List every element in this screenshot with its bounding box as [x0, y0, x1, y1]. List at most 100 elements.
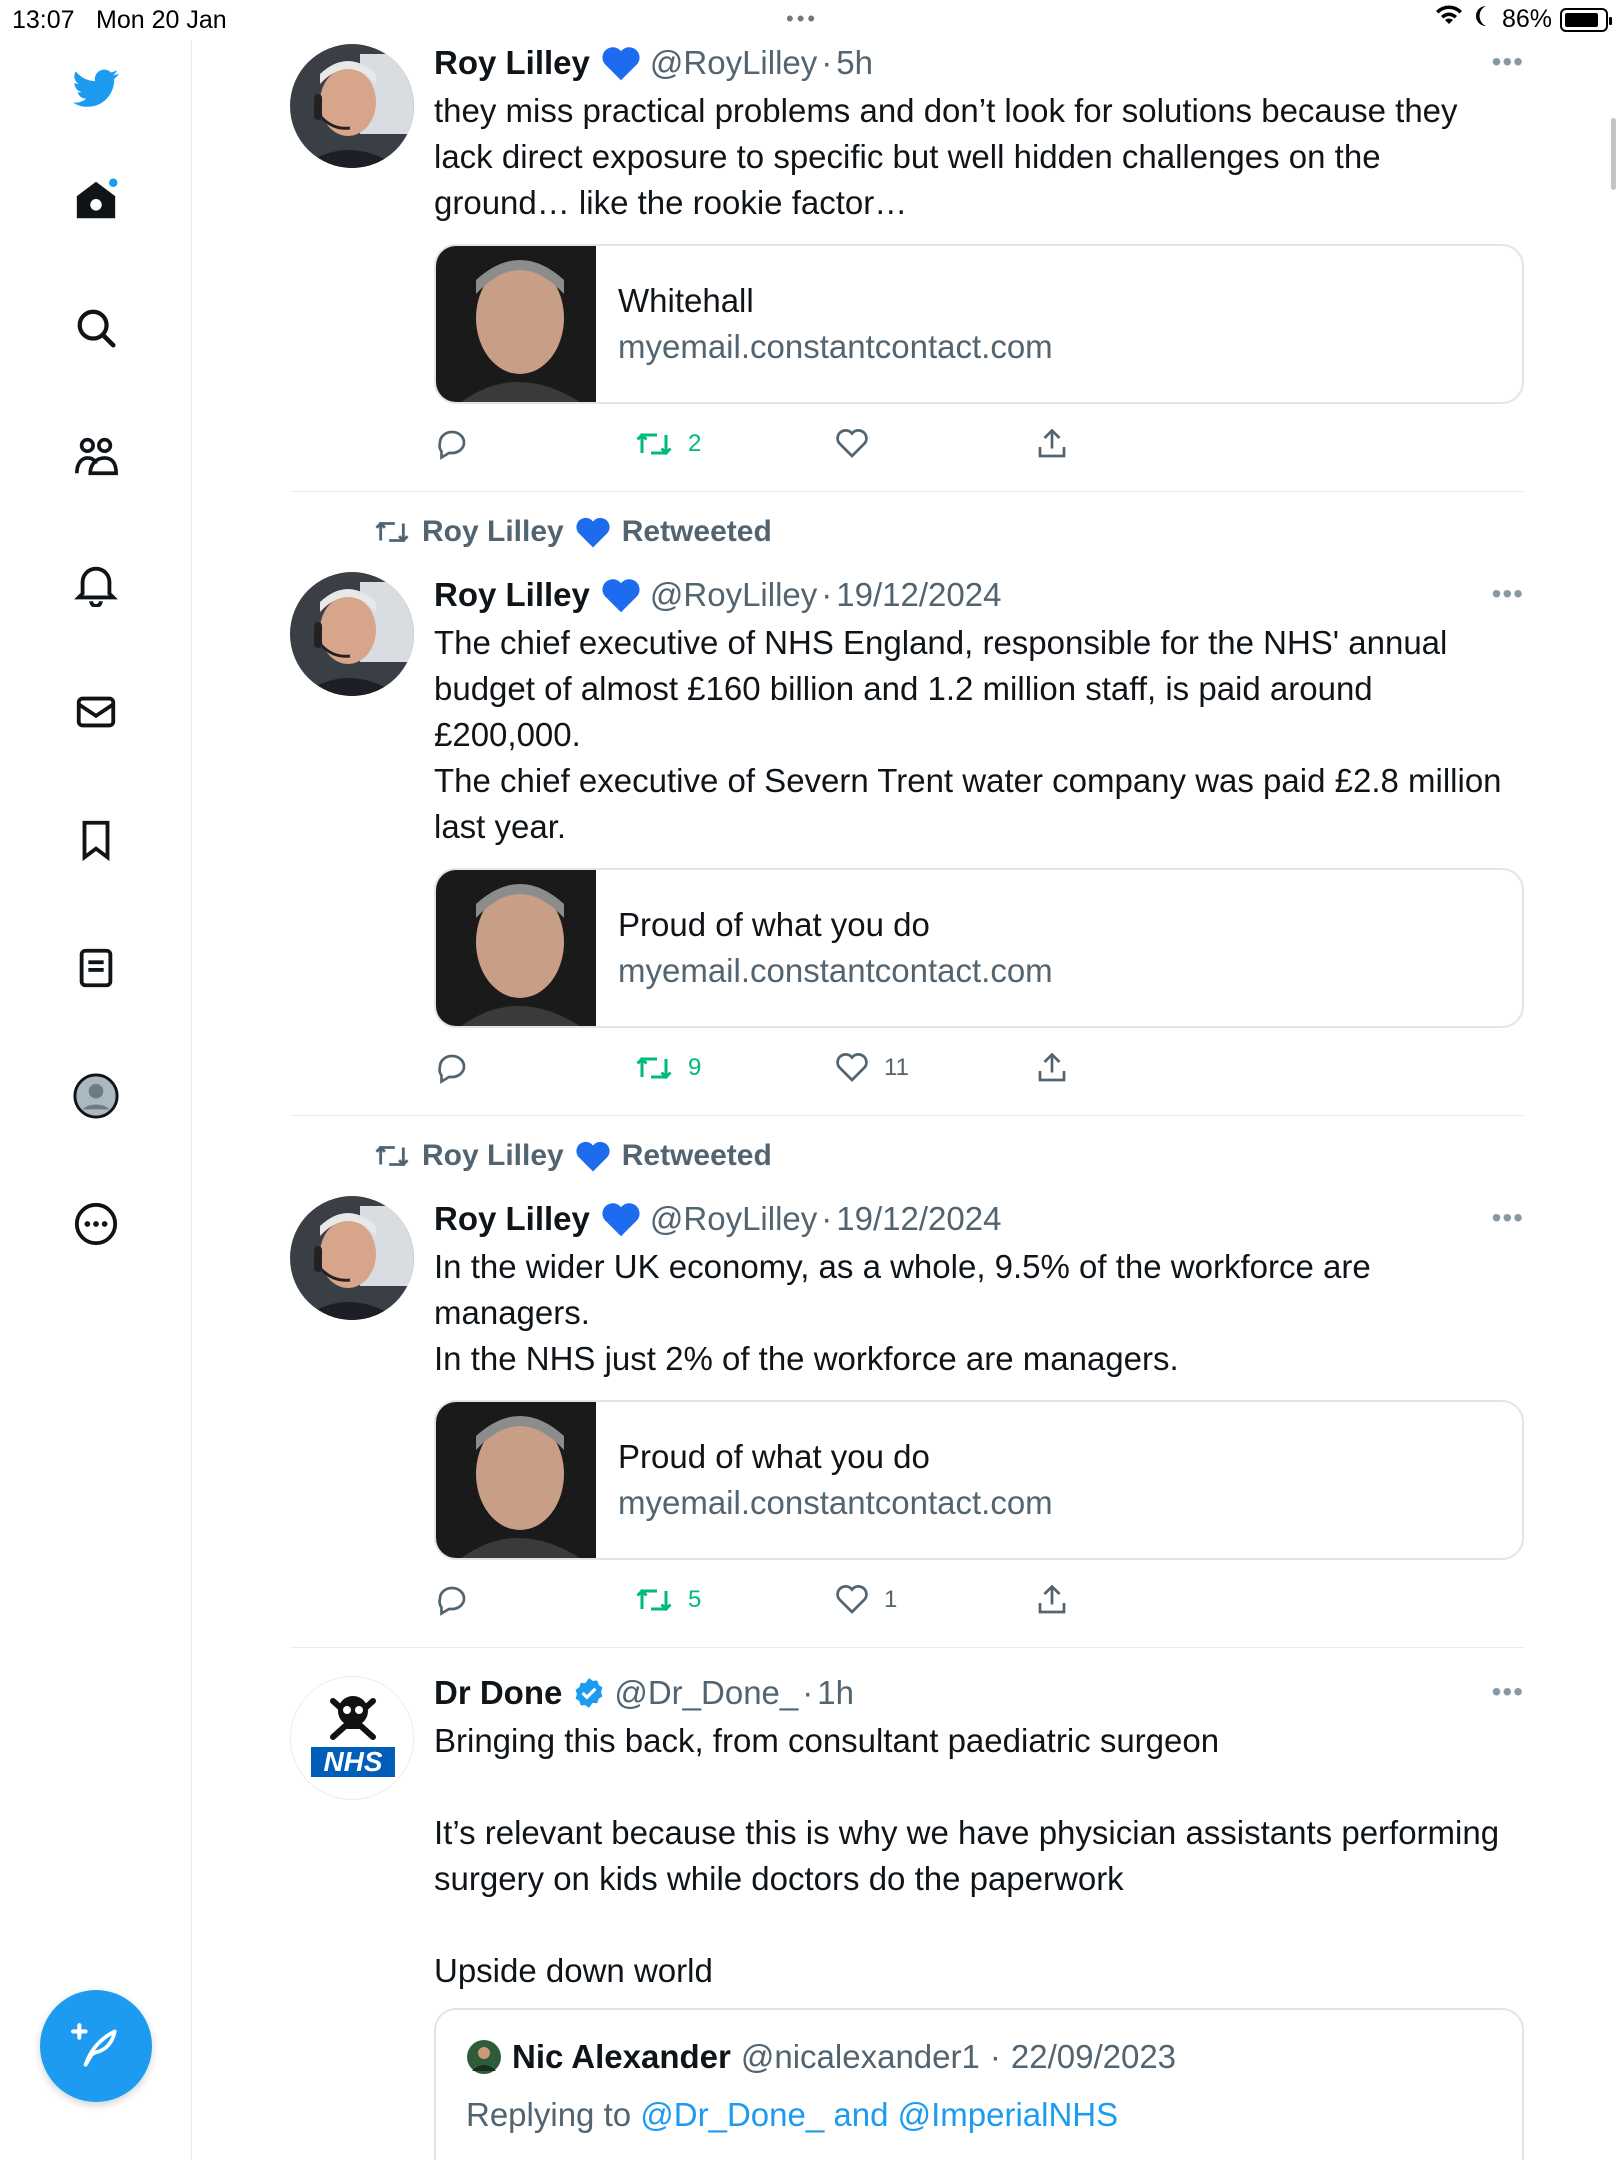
quoted-tweet[interactable]: Nic Alexander @nicalexander1 · 22/09/202… — [434, 2008, 1524, 2160]
communities-icon[interactable] — [70, 430, 122, 482]
link-card-url: myemail.constantcontact.com — [618, 328, 1053, 365]
messages-envelope-icon[interactable] — [70, 686, 122, 738]
lists-icon[interactable] — [70, 942, 122, 994]
like-count: 1 — [884, 1586, 898, 1613]
retweet-button[interactable]: 9 — [634, 1048, 701, 1088]
author-name[interactable]: Roy Lilley — [434, 44, 590, 82]
like-button[interactable]: 11 — [834, 1048, 909, 1088]
more-icon[interactable]: ••• — [1484, 46, 1524, 77]
quoted-author-avatar[interactable] — [466, 2039, 502, 2075]
like-button[interactable]: 1 — [834, 1580, 897, 1620]
more-icon[interactable]: ••• — [1484, 578, 1524, 609]
link-card-url: myemail.constantcontact.com — [618, 952, 1053, 989]
twitter-logo-icon[interactable] — [70, 62, 122, 114]
and-label: and — [833, 2096, 889, 2133]
tweet-text: Bringing this back, from consultant paed… — [434, 1722, 1500, 1989]
like-button[interactable] — [834, 424, 884, 464]
retweet-button[interactable]: 2 — [634, 424, 701, 464]
tweet-header: Roy Lilley @RoyLilley · 5h — [434, 40, 873, 86]
author-avatar[interactable] — [290, 1196, 414, 1320]
reply-icon — [438, 1054, 466, 1084]
sidebar — [0, 40, 192, 2160]
more-icon[interactable]: ••• — [1484, 1676, 1524, 1707]
retweet-icon — [636, 432, 672, 456]
tweet-time[interactable]: 19/12/2024 — [836, 1200, 1001, 1238]
reply-button[interactable] — [434, 1580, 484, 1620]
retweet-icon — [375, 521, 409, 543]
quoted-tweet-header: Nic Alexander @nicalexander1 · 22/09/202… — [466, 2038, 1176, 2076]
share-button[interactable] — [1034, 1048, 1070, 1088]
retweeted-by: Roy Lilley Retweeted — [372, 512, 772, 552]
author-avatar[interactable] — [290, 572, 414, 696]
compose-feather-icon — [71, 2023, 117, 2067]
home-icon[interactable] — [70, 174, 122, 226]
separator-dot: · — [821, 576, 833, 613]
retweet-icon — [636, 1056, 672, 1080]
retweeter-name[interactable]: Roy Lilley — [422, 515, 564, 549]
scrollbar-thumb[interactable] — [1611, 118, 1616, 190]
status-bar: 13:07 Mon 20 Jan ••• 86% — [0, 0, 1620, 40]
tweet[interactable]: Roy Lilley Retweeted Roy Lilley @RoyLill… — [290, 1116, 1524, 1648]
retweet-icon — [636, 1588, 672, 1612]
reply-icon — [438, 430, 466, 460]
more-options-icon[interactable] — [70, 1198, 122, 1250]
reply-button[interactable] — [434, 424, 484, 464]
link-card-image — [436, 1402, 596, 1558]
search-icon[interactable] — [70, 302, 122, 354]
tweet-header: Dr Done @Dr_Done_ · 1h — [434, 1670, 854, 1716]
author-handle[interactable]: @RoyLilley — [650, 1200, 817, 1238]
author-name[interactable]: Dr Done — [434, 1674, 562, 1712]
battery-icon — [1560, 7, 1612, 32]
separator-dot: · — [821, 44, 833, 81]
share-button[interactable] — [1034, 424, 1070, 464]
tweet-time[interactable]: 1h — [817, 1674, 854, 1712]
author-handle[interactable]: @Dr_Done_ — [614, 1674, 798, 1712]
retweet-count: 5 — [688, 1586, 702, 1613]
retweet-count: 2 — [688, 430, 702, 457]
author-handle[interactable]: @RoyLilley — [650, 576, 817, 614]
tweet-header: Roy Lilley @RoyLilley · 19/12/2024 — [434, 572, 1001, 618]
link-card[interactable]: Whitehall myemail.constantcontact.com — [434, 244, 1524, 404]
link-card[interactable]: Proud of what you do myemail.constantcon… — [434, 868, 1524, 1028]
notifications-bell-icon[interactable] — [70, 558, 122, 610]
link-card-title: Proud of what you do — [618, 1438, 930, 1475]
tweet-actions: 9 11 — [434, 1048, 1134, 1088]
share-button[interactable] — [1034, 1580, 1070, 1620]
share-icon — [1038, 1584, 1066, 1614]
blue-heart-icon — [576, 517, 610, 548]
quoted-author-name[interactable]: Nic Alexander — [512, 2038, 731, 2076]
quoted-tweet-date: 22/09/2023 — [1010, 2038, 1177, 2075]
multitasking-dots-icon[interactable]: ••• — [786, 6, 818, 32]
author-name[interactable]: Roy Lilley — [434, 576, 590, 614]
retweeted-label: Retweeted — [621, 515, 772, 548]
tweet-time[interactable]: 19/12/2024 — [836, 576, 1001, 614]
author-name[interactable]: Roy Lilley — [434, 1200, 590, 1238]
tweet-time[interactable]: 5h — [836, 44, 873, 82]
retweet-count: 9 — [688, 1054, 702, 1081]
quoted-author-handle[interactable]: @nicalexander1 — [741, 2038, 980, 2076]
more-icon[interactable]: ••• — [1484, 1202, 1524, 1233]
mention-link[interactable]: @ImperialNHS — [898, 2096, 1119, 2133]
verified-badge-icon — [572, 1676, 606, 1710]
blue-heart-icon — [576, 1141, 610, 1172]
retweet-button[interactable]: 5 — [634, 1580, 701, 1620]
author-avatar[interactable]: NHS — [290, 1676, 414, 1800]
retweeted-by: Roy Lilley Retweeted — [372, 1136, 772, 1176]
link-card[interactable]: Proud of what you do myemail.constantcon… — [434, 1400, 1524, 1560]
retweeter-name[interactable]: Roy Lilley — [422, 1139, 564, 1173]
tweet[interactable]: Roy Lilley Retweeted Roy Lilley @RoyLill… — [290, 492, 1524, 1116]
status-time: 13:07 — [12, 6, 75, 34]
tweet[interactable]: Roy Lilley @RoyLilley · 5h ••• they miss… — [290, 40, 1524, 492]
compose-tweet-button[interactable] — [40, 1990, 152, 2102]
reply-button[interactable] — [434, 1048, 484, 1088]
bookmarks-icon[interactable] — [70, 814, 122, 866]
nhs-logo-text: NHS — [323, 1746, 382, 1777]
link-card-image — [436, 246, 596, 402]
author-avatar[interactable] — [290, 44, 414, 168]
tweet-actions: 2 — [434, 424, 1134, 464]
profile-avatar-icon[interactable] — [70, 1070, 122, 1122]
author-handle[interactable]: @RoyLilley — [650, 44, 817, 82]
tweet-actions: 5 1 — [434, 1580, 1134, 1620]
tweet[interactable]: NHS Dr Done @Dr_Done_ · 1h ••• Bringing … — [290, 1648, 1524, 2160]
mention-link[interactable]: @Dr_Done_ — [640, 2096, 824, 2133]
